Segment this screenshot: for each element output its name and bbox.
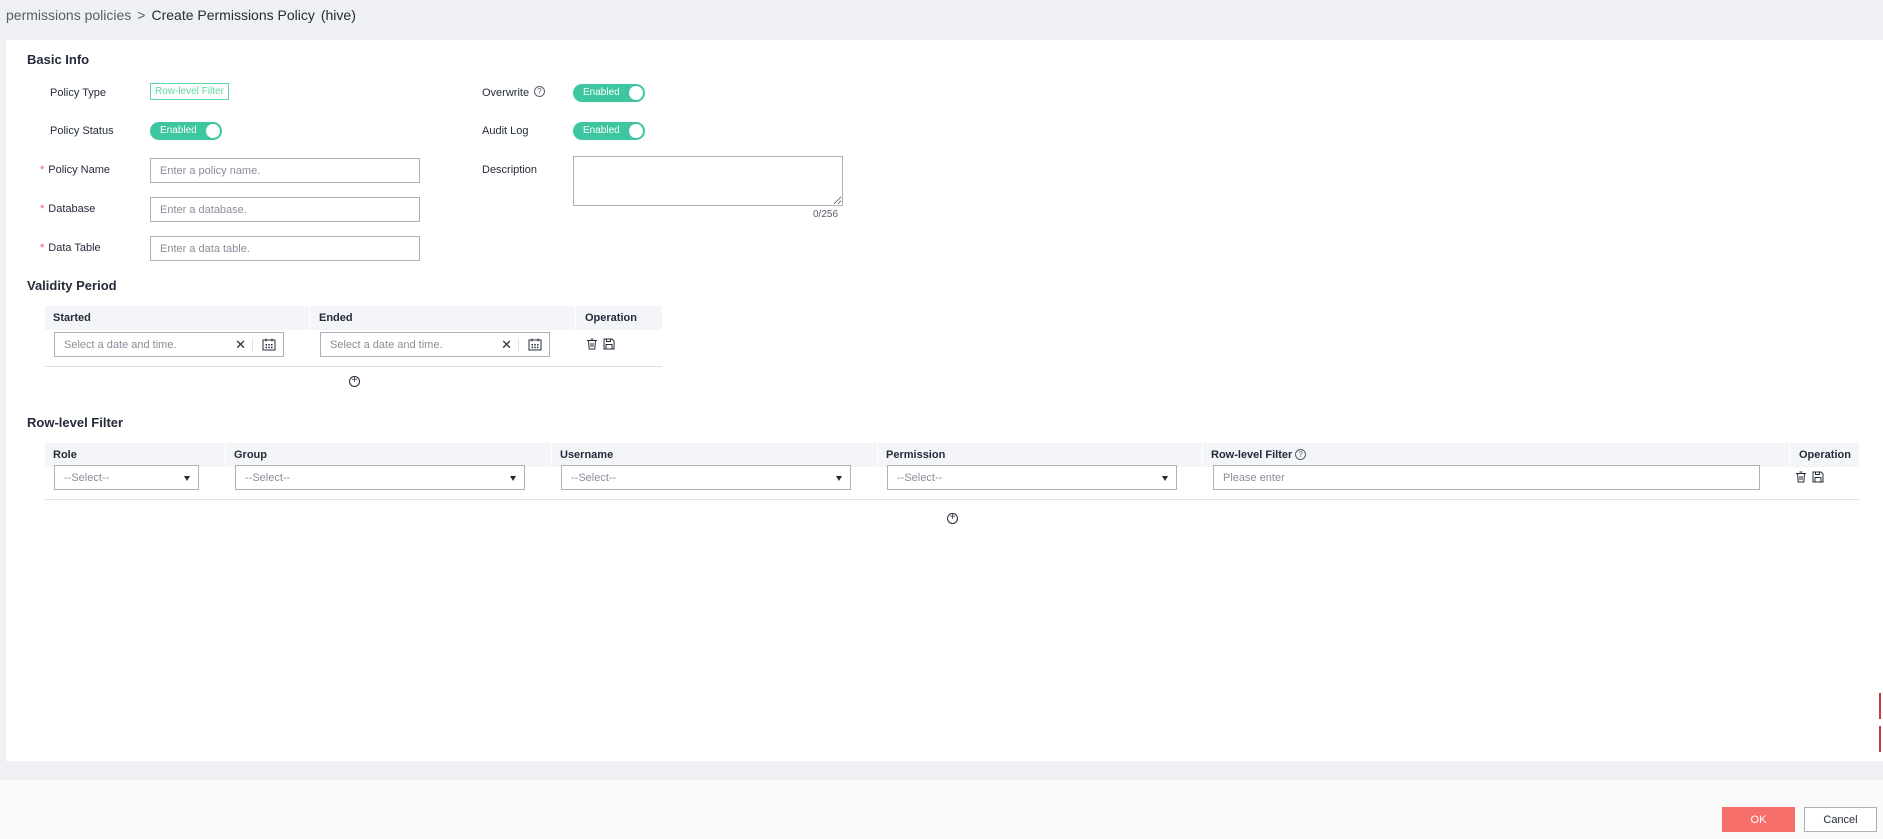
delete-icon[interactable]	[1795, 471, 1807, 483]
permission-select-value: --Select--	[897, 472, 943, 484]
overwrite-help-icon[interactable]: ?	[534, 86, 545, 97]
row-filter-col-role: Role	[53, 449, 77, 461]
row-filter-col-username: Username	[560, 449, 614, 461]
header-divider	[877, 443, 878, 467]
breadcrumb: permissions policies > Create Permission…	[6, 7, 356, 23]
add-row-filter-row-icon[interactable]: +	[947, 513, 958, 524]
picker-divider	[252, 339, 253, 351]
breadcrumb-permissions-policies-link[interactable]: permissions policies	[6, 7, 131, 23]
policy-status-toggle[interactable]: Enabled	[150, 122, 222, 140]
policy-type-label: Policy Type	[50, 87, 107, 99]
row-filter-col-filter: Row-level Filter	[1211, 449, 1293, 461]
breadcrumb-separator: >	[137, 7, 146, 23]
start-date-picker[interactable]: Select a date and time. ✕	[54, 332, 284, 357]
save-icon[interactable]	[1812, 471, 1824, 483]
required-mark: *	[40, 242, 45, 254]
audit-log-toggle-text: Enabled	[583, 125, 620, 136]
form-card: Basic Info Policy Type Row-level Filter …	[6, 40, 1883, 761]
group-select-value: --Select--	[245, 472, 291, 484]
row-divider	[45, 499, 1859, 500]
database-label: * Database	[40, 203, 95, 215]
policy-name-input[interactable]	[150, 158, 420, 183]
database-label-text: Database	[48, 203, 96, 215]
row-filter-help-icon[interactable]: ?	[1295, 449, 1306, 460]
header-divider	[309, 306, 310, 330]
overwrite-label: Overwrite	[482, 87, 530, 99]
clear-icon[interactable]: ✕	[501, 338, 512, 351]
validity-period-title: Validity Period	[27, 278, 117, 293]
add-validity-row-icon[interactable]: +	[349, 376, 360, 387]
permission-select[interactable]: --Select--	[887, 465, 1177, 490]
required-mark: *	[40, 203, 45, 215]
description-textarea[interactable]	[573, 156, 843, 206]
group-select[interactable]: --Select--	[235, 465, 525, 490]
username-select-value: --Select--	[571, 472, 617, 484]
policy-status-toggle-knob	[206, 124, 220, 138]
row-filter-col-group: Group	[234, 449, 267, 461]
username-select[interactable]: --Select--	[561, 465, 851, 490]
role-select[interactable]: --Select--	[54, 465, 199, 490]
header-divider	[1202, 443, 1203, 467]
policy-status-label: Policy Status	[50, 125, 114, 137]
page-title: Create Permissions Policy	[151, 7, 315, 23]
overwrite-toggle-knob	[629, 86, 643, 100]
database-input[interactable]	[150, 197, 420, 222]
footer-bar: OK Cancel	[0, 780, 1883, 839]
calendar-icon[interactable]	[528, 338, 542, 351]
policy-name-label: * Policy Name	[40, 164, 110, 176]
delete-icon[interactable]	[586, 338, 598, 350]
role-select-value: --Select--	[64, 472, 110, 484]
row-filter-col-permission: Permission	[886, 449, 946, 461]
description-label: Description	[482, 164, 538, 176]
validity-col-ended: Ended	[319, 312, 353, 324]
validity-col-started: Started	[53, 312, 91, 324]
caret-down-icon	[184, 476, 190, 481]
clear-icon[interactable]: ✕	[235, 338, 246, 351]
cancel-button[interactable]: Cancel	[1804, 807, 1877, 832]
row-level-filter-title: Row-level Filter	[27, 415, 124, 430]
audit-log-toggle[interactable]: Enabled	[573, 122, 645, 140]
save-icon[interactable]	[603, 338, 615, 350]
description-counter: 0/256	[813, 209, 839, 220]
ok-button[interactable]: OK	[1722, 807, 1795, 832]
overwrite-toggle-text: Enabled	[583, 87, 620, 98]
edge-marker	[1879, 693, 1883, 719]
header-divider	[1789, 443, 1790, 467]
validity-table-header: Started Ended Operation	[45, 306, 662, 330]
basic-info-title: Basic Info	[27, 52, 90, 67]
caret-down-icon	[1162, 476, 1168, 481]
row-filter-table-header: Role Group Username Permission Row-level…	[45, 443, 1859, 467]
picker-divider	[518, 339, 519, 351]
data-table-input[interactable]	[150, 236, 420, 261]
edge-marker	[1879, 726, 1883, 752]
overwrite-toggle[interactable]: Enabled	[573, 84, 645, 102]
policy-type-tag: Row-level Filter	[150, 83, 229, 100]
end-date-placeholder: Select a date and time.	[330, 339, 443, 351]
data-table-label: * Data Table	[40, 242, 101, 254]
data-table-label-text: Data Table	[48, 242, 101, 254]
validity-col-operation: Operation	[585, 312, 637, 324]
row-filter-col-operation: Operation	[1799, 449, 1851, 461]
required-mark: *	[40, 164, 45, 176]
header-divider	[575, 306, 576, 330]
page-title-suffix: (hive)	[320, 7, 356, 23]
policy-status-toggle-text: Enabled	[160, 125, 197, 136]
caret-down-icon	[510, 476, 516, 481]
header-divider	[225, 443, 226, 467]
policy-name-label-text: Policy Name	[48, 164, 111, 176]
calendar-icon[interactable]	[262, 338, 276, 351]
start-date-placeholder: Select a date and time.	[64, 339, 177, 351]
header-divider	[551, 443, 552, 467]
audit-log-toggle-knob	[629, 124, 643, 138]
caret-down-icon	[836, 476, 842, 481]
audit-log-label: Audit Log	[482, 125, 529, 137]
row-divider	[45, 366, 662, 367]
row-filter-input[interactable]	[1213, 465, 1760, 490]
end-date-picker[interactable]: Select a date and time. ✕	[320, 332, 550, 357]
